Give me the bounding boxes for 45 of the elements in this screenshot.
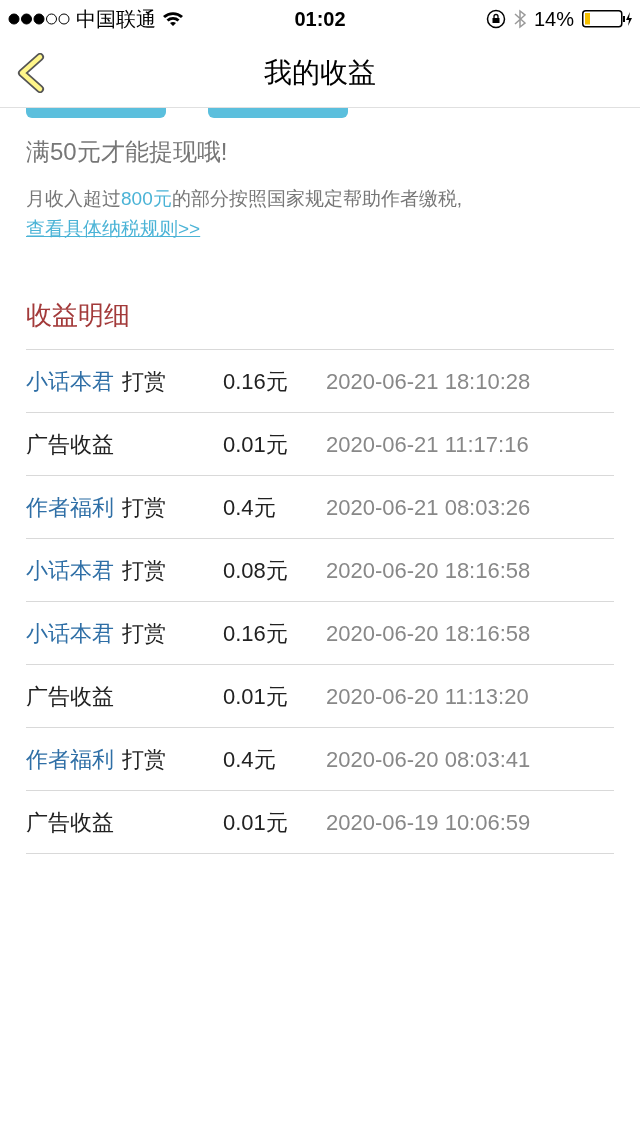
withdraw-notice: 满50元才能提现哦!	[26, 137, 229, 167]
partial-button[interactable]	[26, 108, 166, 118]
tax-rules-link[interactable]: 查看具体纳税规则>>	[26, 218, 201, 239]
signal-icon	[8, 13, 70, 25]
income-amount: 0.16元	[223, 367, 289, 396]
income-amount: 0.16元	[223, 619, 289, 648]
income-source: 小话本君	[26, 556, 114, 585]
income-type: 打赏	[122, 493, 166, 522]
partial-button[interactable]	[208, 108, 348, 118]
income-time: 2020-06-20 18:16:58	[326, 619, 531, 648]
income-time: 2020-06-19 10:06:59	[326, 808, 531, 837]
carrier-name: 中国联通	[76, 7, 156, 32]
income-source: 广告收益	[26, 808, 114, 837]
income-time: 2020-06-20 18:16:58	[326, 556, 531, 585]
income-source: 作者福利	[26, 493, 114, 522]
tax-note: 月收入超过800元的部分按照国家规定帮助作者缴税, 查看具体纳税规则>>	[26, 187, 463, 241]
back-chevron-icon	[16, 53, 46, 93]
income-time: 2020-06-20 11:13:20	[326, 682, 529, 711]
income-source: 广告收益	[26, 430, 114, 459]
battery-icon	[582, 10, 632, 28]
income-amount: 0.4元	[223, 745, 277, 774]
battery-percent: 14%	[533, 7, 574, 32]
rotation-lock-icon	[485, 9, 506, 29]
income-source: 作者福利	[26, 745, 114, 774]
income-amount: 0.4元	[223, 493, 277, 522]
income-type: 打赏	[122, 367, 166, 396]
income-source: 小话本君	[26, 367, 114, 396]
income-time: 2020-06-20 08:03:41	[326, 745, 531, 774]
clock-time: 01:02	[294, 7, 346, 32]
bluetooth-icon	[513, 9, 526, 29]
income-time: 2020-06-21 18:10:28	[326, 367, 531, 396]
section-title: 收益明细	[26, 296, 614, 350]
income-type: 打赏	[122, 745, 166, 774]
income-amount: 0.08元	[223, 556, 289, 585]
income-source: 广告收益	[26, 682, 114, 711]
income-type: 打赏	[122, 619, 166, 648]
income-amount: 0.01元	[223, 430, 289, 459]
page-title: 我的收益	[264, 55, 376, 90]
income-source: 小话本君	[26, 619, 114, 648]
income-time: 2020-06-21 11:17:16	[326, 430, 529, 459]
income-time: 2020-06-21 08:03:26	[326, 493, 531, 522]
wifi-icon	[162, 11, 184, 27]
income-amount: 0.01元	[223, 808, 289, 837]
income-type: 打赏	[122, 556, 166, 585]
income-amount: 0.01元	[223, 682, 289, 711]
